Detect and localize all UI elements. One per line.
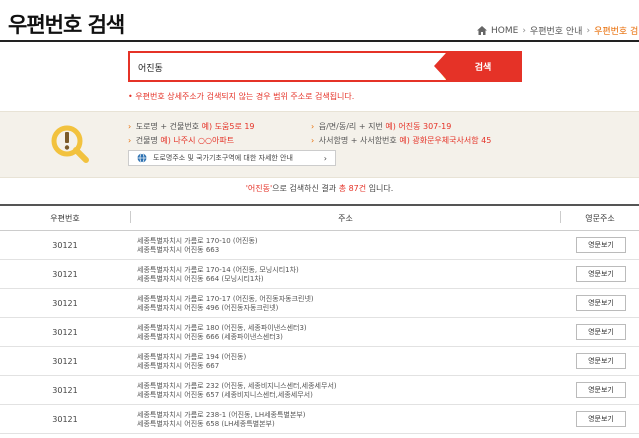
row-zip: 30121 bbox=[52, 298, 78, 308]
tip-jibun-label: 읍/면/동/리 + 지번 bbox=[318, 122, 383, 131]
chevron-right-icon: › bbox=[586, 25, 591, 36]
english-view-button[interactable]: 영문보기 bbox=[576, 324, 626, 340]
tip-road: › 도로명 + 건물번호 예) 도움5로 19 bbox=[128, 121, 255, 132]
english-view-button[interactable]: 영문보기 bbox=[576, 266, 626, 282]
table-row: 30121 세종특별자치시 가름로 180 (어진동, 세종파이낸스센터3) 세… bbox=[0, 318, 639, 347]
row-jibun-address[interactable]: 세종특별자치시 어진동 666 (세종파이낸스센터3) bbox=[137, 333, 307, 342]
search-box: 검색 bbox=[128, 51, 522, 82]
row-jibun-address[interactable]: 세종특별자치시 어진동 496 (어진동자동크린넷) bbox=[137, 304, 314, 313]
row-address: 세종특별자치시 가름로 170-10 (어진동) 세종특별자치시 어진동 663 bbox=[137, 237, 258, 255]
row-zip: 30121 bbox=[52, 240, 78, 250]
tip-jibun-example: 예) 어진동 307-19 bbox=[385, 122, 452, 131]
search-button[interactable]: 검색 bbox=[434, 53, 520, 80]
search-button-arrow bbox=[434, 53, 446, 79]
tip-jibun: › 읍/면/동/리 + 지번 예) 어진동 307-19 bbox=[311, 121, 451, 132]
header-zip: 우편번호 bbox=[50, 213, 80, 223]
address-guide-link[interactable]: 도로명주소 및 국가기초구역에 대한 자세한 안내 › bbox=[128, 150, 336, 166]
home-icon[interactable] bbox=[477, 26, 487, 35]
row-jibun-address[interactable]: 세종특별자치시 어진동 657 (세종비지니스센터,세종세무서) bbox=[137, 391, 337, 400]
tip-building-label: 건물명 bbox=[135, 136, 158, 145]
header-address: 주소 bbox=[338, 213, 353, 223]
table-row: 30121 세종특별자치시 가름로 194 (어진동) 세종특별자치시 어진동 … bbox=[0, 347, 639, 376]
row-zip: 30121 bbox=[52, 327, 78, 337]
row-zip: 30121 bbox=[52, 356, 78, 366]
tip-pobox-label: 사서함명 + 사서함번호 bbox=[318, 136, 397, 145]
result-keyword: '어진동' bbox=[245, 184, 273, 193]
row-zip: 30121 bbox=[52, 269, 78, 279]
row-road-address[interactable]: 세종특별자치시 가름로 238-1 (어진동, LH세종특별본부) bbox=[137, 411, 305, 420]
row-address: 세종특별자치시 가름로 232 (어진동, 세종비지니스센터,세종세무서) 세종… bbox=[137, 382, 337, 400]
tip-pobox: › 사서함명 + 사서함번호 예) 광화문우체국사서함 45 bbox=[311, 135, 491, 146]
chevron-right-icon: › bbox=[522, 25, 526, 36]
row-address: 세종특별자치시 가름로 194 (어진동) 세종특별자치시 어진동 667 bbox=[137, 353, 246, 371]
row-jibun-address[interactable]: 세종특별자치시 어진동 667 bbox=[137, 362, 246, 371]
english-view-button[interactable]: 영문보기 bbox=[576, 353, 626, 369]
row-address: 세종특별자치시 가름로 170-14 (어진동, 모닝시티1차) 세종특별자치시… bbox=[137, 266, 299, 284]
row-road-address[interactable]: 세종특별자치시 가름로 232 (어진동, 세종비지니스센터,세종세무서) bbox=[137, 382, 337, 391]
tip-bullet: › bbox=[311, 136, 315, 145]
breadcrumb-parent[interactable]: 우편번호 안내 bbox=[530, 24, 583, 37]
breadcrumb-home[interactable]: HOME bbox=[491, 26, 518, 36]
tip-road-label: 도로명 + 건물번호 bbox=[135, 122, 200, 131]
search-notice: • 우편번호 상세주소가 검색되지 않는 경우 범위 주소로 검색됩니다. bbox=[128, 92, 355, 101]
tip-building: › 건물명 예) 나주시 ○○아파트 bbox=[128, 135, 234, 146]
exclamation-magnifier-icon bbox=[51, 125, 89, 163]
table-row: 30121 세종특별자치시 가름로 238-1 (어진동, LH세종특별본부) … bbox=[0, 405, 639, 434]
tip-building-example: 예) 나주시 ○○아파트 bbox=[160, 136, 235, 145]
row-road-address[interactable]: 세종특별자치시 가름로 170-14 (어진동, 모닝시티1차) bbox=[137, 266, 299, 275]
page-title: 우편번호 검색 bbox=[8, 13, 125, 37]
english-view-button[interactable]: 영문보기 bbox=[576, 411, 626, 427]
chevron-right-icon: › bbox=[323, 153, 327, 163]
result-prefix: 으로 검색하신 결과 bbox=[272, 184, 337, 193]
english-view-button[interactable]: 영문보기 bbox=[576, 237, 626, 253]
row-zip: 30121 bbox=[52, 385, 78, 395]
row-jibun-address[interactable]: 세종특별자치시 어진동 664 (모닝시티1차) bbox=[137, 275, 299, 284]
row-zip: 30121 bbox=[52, 414, 78, 424]
table-row: 30121 세종특별자치시 가름로 170-14 (어진동, 모닝시티1차) 세… bbox=[0, 260, 639, 289]
tip-bullet: › bbox=[128, 136, 132, 145]
row-address: 세종특별자치시 가름로 180 (어진동, 세종파이낸스센터3) 세종특별자치시… bbox=[137, 324, 307, 342]
table-row: 30121 세종특별자치시 가름로 170-10 (어진동) 세종특별자치시 어… bbox=[0, 231, 639, 260]
row-road-address[interactable]: 세종특별자치시 가름로 194 (어진동) bbox=[137, 353, 246, 362]
english-view-button[interactable]: 영문보기 bbox=[576, 382, 626, 398]
table-row: 30121 세종특별자치시 가름로 232 (어진동, 세종비지니스센터,세종세… bbox=[0, 376, 639, 405]
tip-pobox-example: 예) 광화문우체국사서함 45 bbox=[399, 136, 492, 145]
breadcrumb: HOME › 우편번호 안내 › 우편번호 검색 bbox=[477, 24, 639, 37]
search-tips-panel: › 도로명 + 건물번호 예) 도움5로 19 › 건물명 예) 나주시 ○○아… bbox=[0, 111, 639, 178]
table-row: 30121 세종특별자치시 가름로 170-17 (어진동, 어진동자동크린넷)… bbox=[0, 289, 639, 318]
result-summary: '어진동'으로 검색하신 결과 총 87건 입니다. bbox=[0, 183, 639, 194]
row-address: 세종특별자치시 가름로 238-1 (어진동, LH세종특별본부) 세종특별자치… bbox=[137, 411, 305, 429]
row-road-address[interactable]: 세종특별자치시 가름로 170-10 (어진동) bbox=[137, 237, 258, 246]
row-jibun-address[interactable]: 세종특별자치시 어진동 658 (LH세종특별본부) bbox=[137, 420, 305, 429]
result-count: 총 87건 bbox=[338, 184, 367, 193]
header-english: 영문주소 bbox=[585, 213, 615, 223]
row-address: 세종특별자치시 가름로 170-17 (어진동, 어진동자동크린넷) 세종특별자… bbox=[137, 295, 314, 313]
row-jibun-address[interactable]: 세종특별자치시 어진동 663 bbox=[137, 246, 258, 255]
breadcrumb-current: 우편번호 검색 bbox=[594, 27, 639, 37]
globe-icon bbox=[137, 153, 147, 163]
tip-road-example: 예) 도움5로 19 bbox=[201, 122, 255, 131]
result-suffix: 입니다. bbox=[368, 184, 394, 193]
row-road-address[interactable]: 세종특별자치시 가름로 180 (어진동, 세종파이낸스센터3) bbox=[137, 324, 307, 333]
search-input[interactable] bbox=[138, 59, 428, 75]
tip-bullet: › bbox=[128, 122, 132, 131]
row-road-address[interactable]: 세종특별자치시 가름로 170-17 (어진동, 어진동자동크린넷) bbox=[137, 295, 314, 304]
search-button-label: 검색 bbox=[474, 63, 492, 73]
english-view-button[interactable]: 영문보기 bbox=[576, 295, 626, 311]
address-guide-label: 도로명주소 및 국가기초구역에 대한 자세한 안내 bbox=[153, 154, 293, 162]
tip-bullet: › bbox=[311, 122, 315, 131]
title-divider bbox=[0, 40, 639, 42]
